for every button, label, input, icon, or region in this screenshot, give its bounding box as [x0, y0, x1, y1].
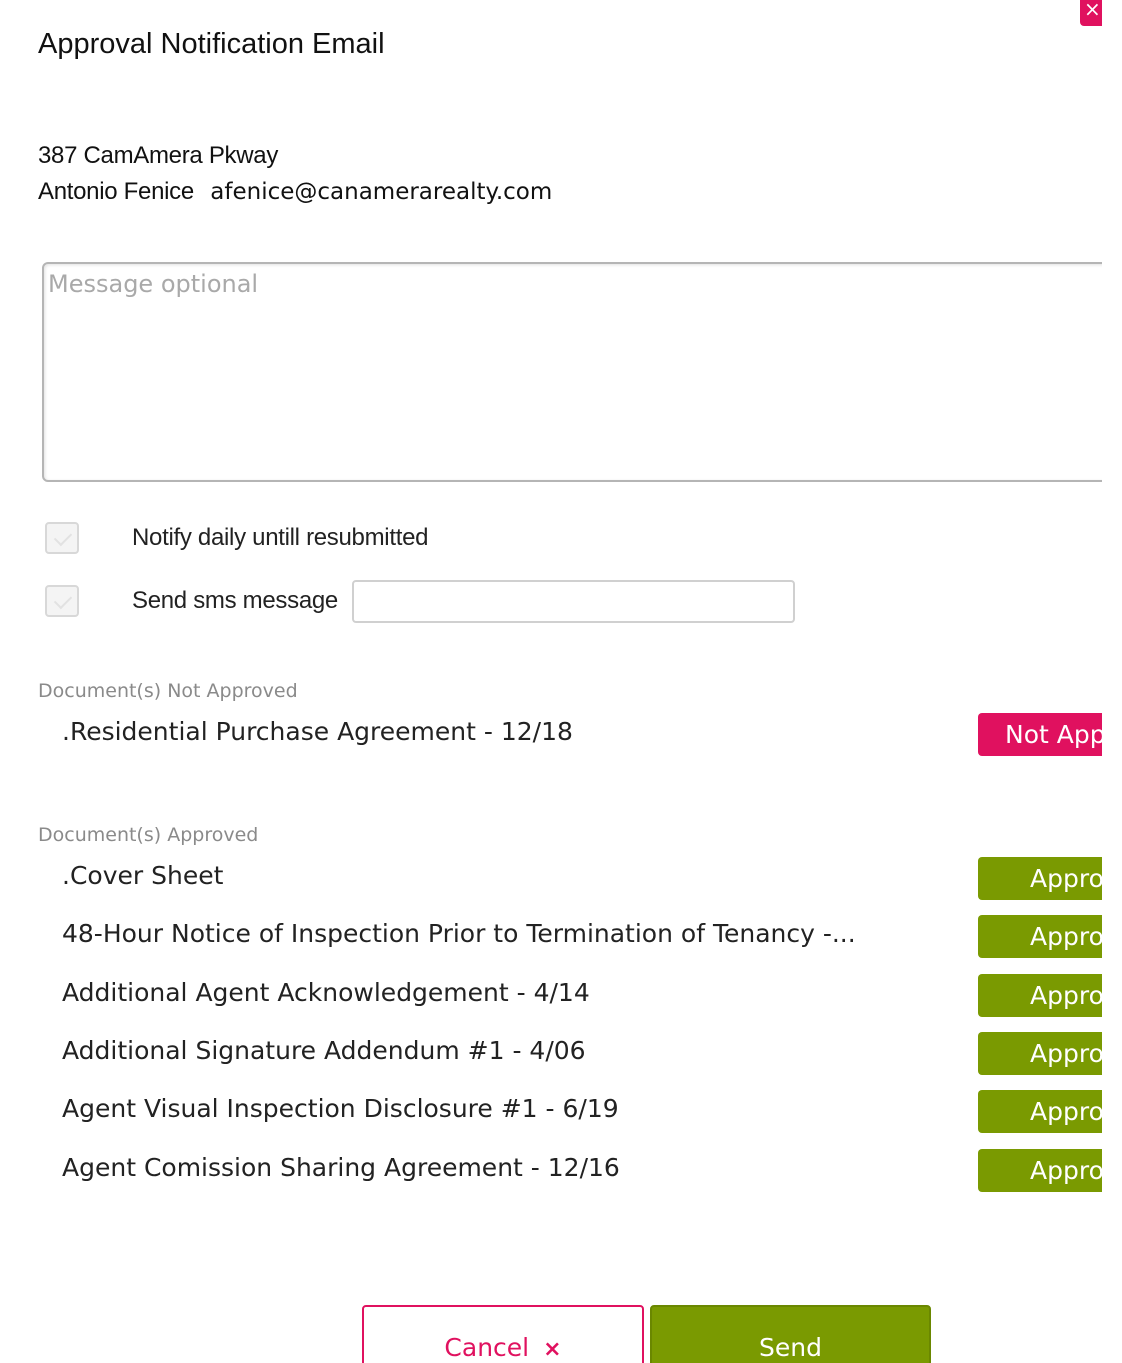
- doc-name: Additional Agent Acknowledgement - 4/14: [62, 978, 590, 1007]
- doc-name: Agent Comission Sharing Agreement - 12/1…: [62, 1153, 620, 1182]
- not-approved-status-button[interactable]: Not Approved: [978, 713, 1102, 756]
- recipient-email: afenice@canamerarealty.com: [210, 179, 553, 205]
- not-approved-doc-row: .Residential Purchase Agreement - 12/18 …: [0, 713, 1102, 757]
- send-sms-label: Send sms message: [132, 587, 338, 614]
- approved-status-button[interactable]: Approved: [978, 1090, 1102, 1133]
- recipient-contact: Antonio Fenice afenice@canamerarealty.co…: [38, 178, 552, 206]
- approved-status-button[interactable]: Approved: [978, 1149, 1102, 1192]
- approved-status-button[interactable]: Approved: [978, 974, 1102, 1017]
- approval-notification-dialog: × Approval Notification Email 387 CamAme…: [0, 0, 1102, 1363]
- doc-name: .Residential Purchase Agreement - 12/18: [62, 717, 573, 746]
- approved-doc-row: Agent Comission Sharing Agreement - 12/1…: [0, 1149, 1102, 1193]
- message-textarea[interactable]: [42, 262, 1102, 482]
- close-icon[interactable]: ×: [1080, 0, 1102, 26]
- approved-status-button[interactable]: Approved: [978, 915, 1102, 958]
- approved-doc-row: Agent Visual Inspection Disclosure #1 - …: [0, 1090, 1102, 1134]
- recipient-name: Antonio Fenice: [38, 178, 194, 205]
- send-button[interactable]: Send: [650, 1305, 931, 1363]
- cancel-button[interactable]: Cancel ×: [362, 1305, 644, 1363]
- approved-doc-row: Additional Agent Acknowledgement - 4/14 …: [0, 974, 1102, 1018]
- approved-doc-row: Additional Signature Addendum #1 - 4/06 …: [0, 1032, 1102, 1076]
- doc-name: Agent Visual Inspection Disclosure #1 - …: [62, 1094, 619, 1123]
- send-sms-row: Send sms message: [45, 583, 338, 619]
- approved-section-label: Document(s) Approved: [38, 824, 259, 846]
- doc-name: Additional Signature Addendum #1 - 4/06: [62, 1036, 586, 1065]
- notify-daily-row: Notify daily untill resubmitted: [45, 520, 428, 556]
- send-sms-checkbox[interactable]: [45, 585, 79, 617]
- doc-name: .Cover Sheet: [62, 861, 224, 890]
- sms-phone-input[interactable]: [352, 580, 795, 623]
- notify-daily-checkbox[interactable]: [45, 522, 79, 554]
- approved-doc-row: .Cover Sheet Approved: [0, 857, 1102, 901]
- notify-daily-label: Notify daily untill resubmitted: [132, 524, 429, 551]
- cancel-label: Cancel: [444, 1333, 530, 1362]
- dialog-title: Approval Notification Email: [38, 28, 385, 60]
- approved-status-button[interactable]: Approved: [978, 1032, 1102, 1075]
- doc-name: 48-Hour Notice of Inspection Prior to Te…: [62, 919, 856, 948]
- approved-status-button[interactable]: Approved: [978, 857, 1102, 900]
- cancel-x-icon: ×: [543, 1337, 562, 1362]
- not-approved-section-label: Document(s) Not Approved: [38, 680, 298, 702]
- property-address: 387 CamAmera Pkway: [38, 142, 279, 169]
- approved-doc-row: 48-Hour Notice of Inspection Prior to Te…: [0, 915, 1102, 959]
